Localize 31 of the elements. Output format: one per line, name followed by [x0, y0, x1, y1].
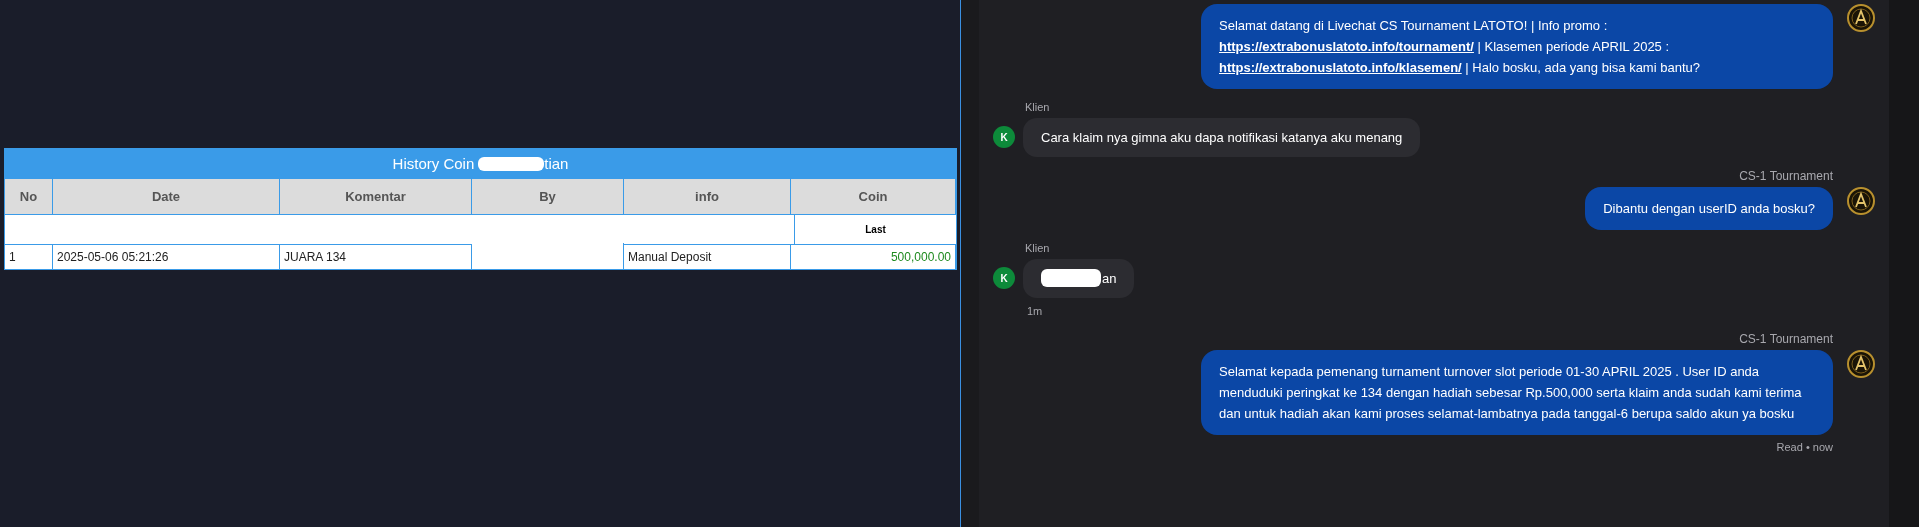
client-avatar: K: [993, 267, 1015, 290]
column-header: By: [472, 179, 624, 214]
link[interactable]: https://extrabonuslatoto.info/klasemen/: [1219, 60, 1462, 75]
logo-avatar-icon: [1847, 4, 1875, 32]
table-cell: 2025-05-06 05:21:26: [53, 245, 280, 269]
sender-name: CS-1 Tournament: [1739, 168, 1833, 185]
table-title: tian: [544, 153, 569, 174]
sender-name: Klien: [1025, 100, 1050, 115]
table-cell: Manual Deposit: [624, 245, 791, 269]
column-header: info: [624, 179, 791, 214]
column-header: Komentar: [280, 179, 472, 214]
logo-avatar-icon: [1847, 187, 1875, 215]
message-text: Selamat kepada pemenang turnament turnover slot periode 01-30 APRIL 2025 . User ID anda menduduki peringkat ke 134 dengan hadiah sebesar Rp.500,000 serta klaim anda sudah kami terima dan untuk hadiah akan kami proses selamat-lambatnya pada tanggal-6 berupa saldo akun ya bosku: [1219, 362, 1803, 423]
logo-avatar-icon: [1847, 349, 1875, 378]
message-text: Selamat datang di Livechat CS Tournament LATOTO! | Info promo : https://extrabonuslatoto.info/tournament/ | Klasemen periode APRIL 2025 : https://extrabonuslatoto.info/klasemen/ | Halo bosku, ada yang bisa kami bantu?: [1219, 17, 1701, 77]
message-text: Cara klaim nya gimna aku dapa notifikasi katanya aku menang: [1041, 128, 1403, 147]
sender-name: Klien: [1025, 241, 1050, 256]
column-header: No: [5, 179, 53, 214]
message-time: 1m: [1027, 304, 1043, 319]
sender-name: CS-1 Tournament: [1739, 330, 1833, 348]
message-text: Dibantu dengan userID anda bosku?: [1603, 200, 1815, 218]
client-avatar: K: [993, 126, 1015, 149]
column-header: Date: [53, 179, 280, 214]
link[interactable]: https://extrabonuslatoto.info/tournament/: [1219, 39, 1474, 54]
read-status: Read • now: [1776, 439, 1833, 455]
subheader-cell: Last: [794, 215, 956, 244]
message-text: an: [1102, 269, 1117, 288]
table-cell: 1: [5, 245, 53, 269]
table-cell: 500,000.00: [791, 245, 956, 269]
table-title: History Coin: [392, 153, 475, 174]
column-header: Coin: [791, 179, 956, 214]
